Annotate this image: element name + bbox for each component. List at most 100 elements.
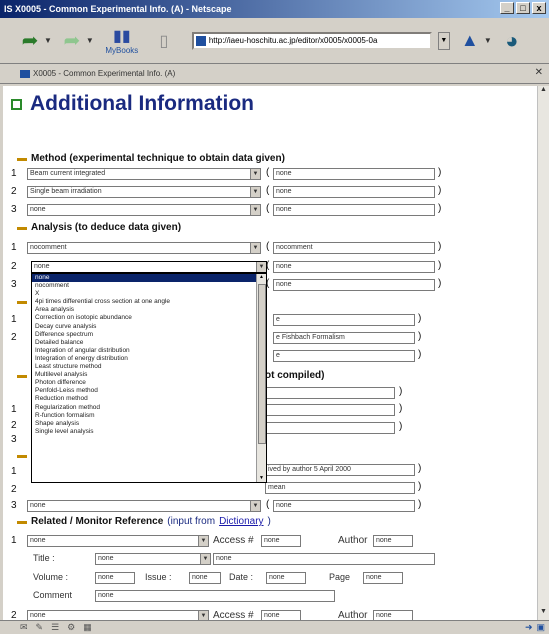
dropdown-option[interactable]: Regularization method (32, 404, 266, 412)
home-icon[interactable]: ▲ (456, 26, 484, 56)
scroll-down-icon[interactable]: ▼ (257, 475, 266, 482)
analysis-select-2[interactable]: none ▼ (31, 261, 267, 273)
analysis-text-1[interactable]: nocomment (273, 242, 435, 254)
page-input[interactable]: none (363, 572, 403, 584)
dropdown-option[interactable]: none (32, 274, 266, 283)
dropdown-option[interactable]: Difference spectrum (32, 331, 266, 339)
method-select-2[interactable]: Single beam irradiation ▼ (27, 186, 261, 198)
scroll-thumb[interactable] (258, 284, 266, 444)
misc-text-3[interactable]: none (273, 500, 415, 512)
not-compiled-pin: ▬ (17, 370, 27, 381)
forward-icon[interactable]: ➦ (58, 26, 86, 56)
dropdown-option[interactable]: Correction on isotopic abundance (32, 314, 266, 322)
dropdown-option[interactable]: Reduction method (32, 395, 266, 403)
dropdown-option[interactable]: Multilevel analysis (32, 371, 266, 379)
dropdown-option[interactable]: nocomment (32, 282, 266, 290)
home-dropdown-icon[interactable]: ▼ (484, 36, 492, 45)
dropdown-option[interactable]: X (32, 290, 266, 298)
not-compiled-text-b[interactable] (265, 404, 395, 416)
chevron-down-icon: ▼ (250, 187, 260, 197)
access-input-2[interactable]: none (261, 610, 301, 620)
dropdown-option[interactable]: Single level analysis (32, 428, 266, 436)
analysis-text-3[interactable]: none (273, 279, 435, 291)
dictionary-link[interactable]: Dictionary (219, 516, 263, 527)
scroll-up-icon[interactable]: ▲ (257, 274, 266, 283)
dropdown-option[interactable]: Decay curve analysis (32, 323, 266, 331)
not-compiled-text-c[interactable] (265, 422, 395, 434)
url-dropdown-icon[interactable]: ▼ (437, 31, 450, 50)
back-icon[interactable]: ➦ (16, 26, 44, 56)
dropdown-scrollbar[interactable]: ▲ ▼ (256, 274, 266, 482)
method-select-1[interactable]: Beam current integrated ▼ (27, 168, 261, 180)
dropdown-option[interactable]: Penfold-Leiss method (32, 387, 266, 395)
misc-select-3[interactable]: none ▼ (27, 500, 261, 512)
forward-dropdown-icon[interactable]: ▼ (86, 36, 94, 45)
dropdown-option[interactable]: Photon difference (32, 379, 266, 387)
analysis-text-2[interactable]: none (273, 261, 435, 273)
volume-input[interactable]: none (95, 572, 135, 584)
mybooks-button[interactable]: ▮▮ MyBooks (100, 26, 144, 55)
hidden-section-pin: ▬ (17, 296, 27, 307)
method-text-2[interactable]: none (273, 186, 435, 198)
dropdown-option[interactable]: Least structure method (32, 363, 266, 371)
netscape-logo-icon: ◕ (505, 27, 519, 53)
dropdown-option[interactable]: Detailed balance (32, 339, 266, 347)
scroll-up-icon[interactable]: ▲ (538, 86, 549, 98)
method-text-1[interactable]: none (273, 168, 435, 180)
chevron-down-icon: ▼ (200, 554, 210, 564)
hidden-text-1[interactable]: e (273, 314, 415, 326)
method-num-1: 1 (11, 168, 17, 179)
dropdown-option[interactable]: 4pi times differential cross section at … (32, 298, 266, 306)
method-select-3[interactable]: none ▼ (27, 204, 261, 216)
volume-label: Volume : (33, 572, 69, 582)
compose-icon[interactable]: ✎ (36, 622, 44, 633)
dropdown-option[interactable]: R-function formalism (32, 412, 266, 420)
misc-text-b[interactable]: mean (265, 482, 415, 494)
title-input[interactable]: none (213, 553, 435, 565)
dropdown-option[interactable]: Shape analysis (32, 420, 266, 428)
hidden-text-2[interactable]: e Fishbach Formalism (273, 332, 415, 344)
hidden-text-3[interactable]: e (273, 350, 415, 362)
paren-close: ) (418, 349, 422, 360)
comment-input[interactable]: none (95, 590, 335, 602)
close-window-button[interactable]: x (532, 2, 546, 14)
close-tab-icon[interactable]: ✕ (535, 67, 543, 78)
analysis-select-1[interactable]: nocomment ▼ (27, 242, 261, 254)
bookmark-icon[interactable]: ▯ (150, 26, 178, 56)
issue-input[interactable]: none (189, 572, 221, 584)
not-compiled-num-3: 3 (11, 434, 17, 445)
analysis-select-1-value: nocomment (30, 244, 67, 251)
tab-current[interactable]: X0005 - Common Experimental Info. (A) (20, 69, 175, 78)
access-input-1[interactable]: none (261, 535, 301, 547)
method-text-3[interactable]: none (273, 204, 435, 216)
dropdown-option[interactable]: Area analysis (32, 306, 266, 314)
maximize-button[interactable]: □ (516, 2, 530, 14)
related-select-1[interactable]: none ▼ (27, 535, 209, 547)
related-select-2[interactable]: none ▼ (27, 610, 209, 620)
date-input[interactable]: none (266, 572, 306, 584)
dropdown-option[interactable]: Integration of energy distribution (32, 355, 266, 363)
author-input-2[interactable]: none (373, 610, 413, 620)
minimize-button[interactable]: _ (500, 2, 514, 14)
window-controls: _ □ x (500, 2, 546, 14)
related-select-2-value: none (30, 612, 46, 619)
mail-icon[interactable]: ✉ (20, 622, 28, 633)
method-select-3-value: none (30, 206, 46, 213)
page-title-text: Additional Information (30, 92, 254, 115)
date-label: Date : (229, 572, 254, 582)
window-titlebar: IS X0005 - Common Experimental Info. (A)… (0, 0, 549, 18)
misc-text-a[interactable]: ived by author 5 April 2000 (265, 464, 415, 476)
title-select[interactable]: none ▼ (95, 553, 211, 565)
url-bar[interactable]: http://iaeu-hoschitu.ac.jp/editor/x0005/… (191, 31, 432, 50)
composer-icon[interactable]: ▦ (83, 622, 92, 633)
address-book-icon[interactable]: ☰ (51, 622, 59, 633)
dropdown-option[interactable]: Integration of angular distribution (32, 347, 266, 355)
analysis-dropdown-list[interactable]: none nocomment X 4pi times differential … (31, 273, 267, 483)
back-dropdown-icon[interactable]: ▼ (44, 36, 52, 45)
tools-icon[interactable]: ⚙ (67, 622, 75, 633)
scroll-down-icon[interactable]: ▼ (538, 608, 549, 620)
not-compiled-text-a[interactable] (265, 387, 395, 399)
related-heading-text: Related / Monitor Reference (31, 516, 164, 527)
author-input-1[interactable]: none (373, 535, 413, 547)
page-scrollbar[interactable]: ▲ ▼ (537, 86, 549, 620)
